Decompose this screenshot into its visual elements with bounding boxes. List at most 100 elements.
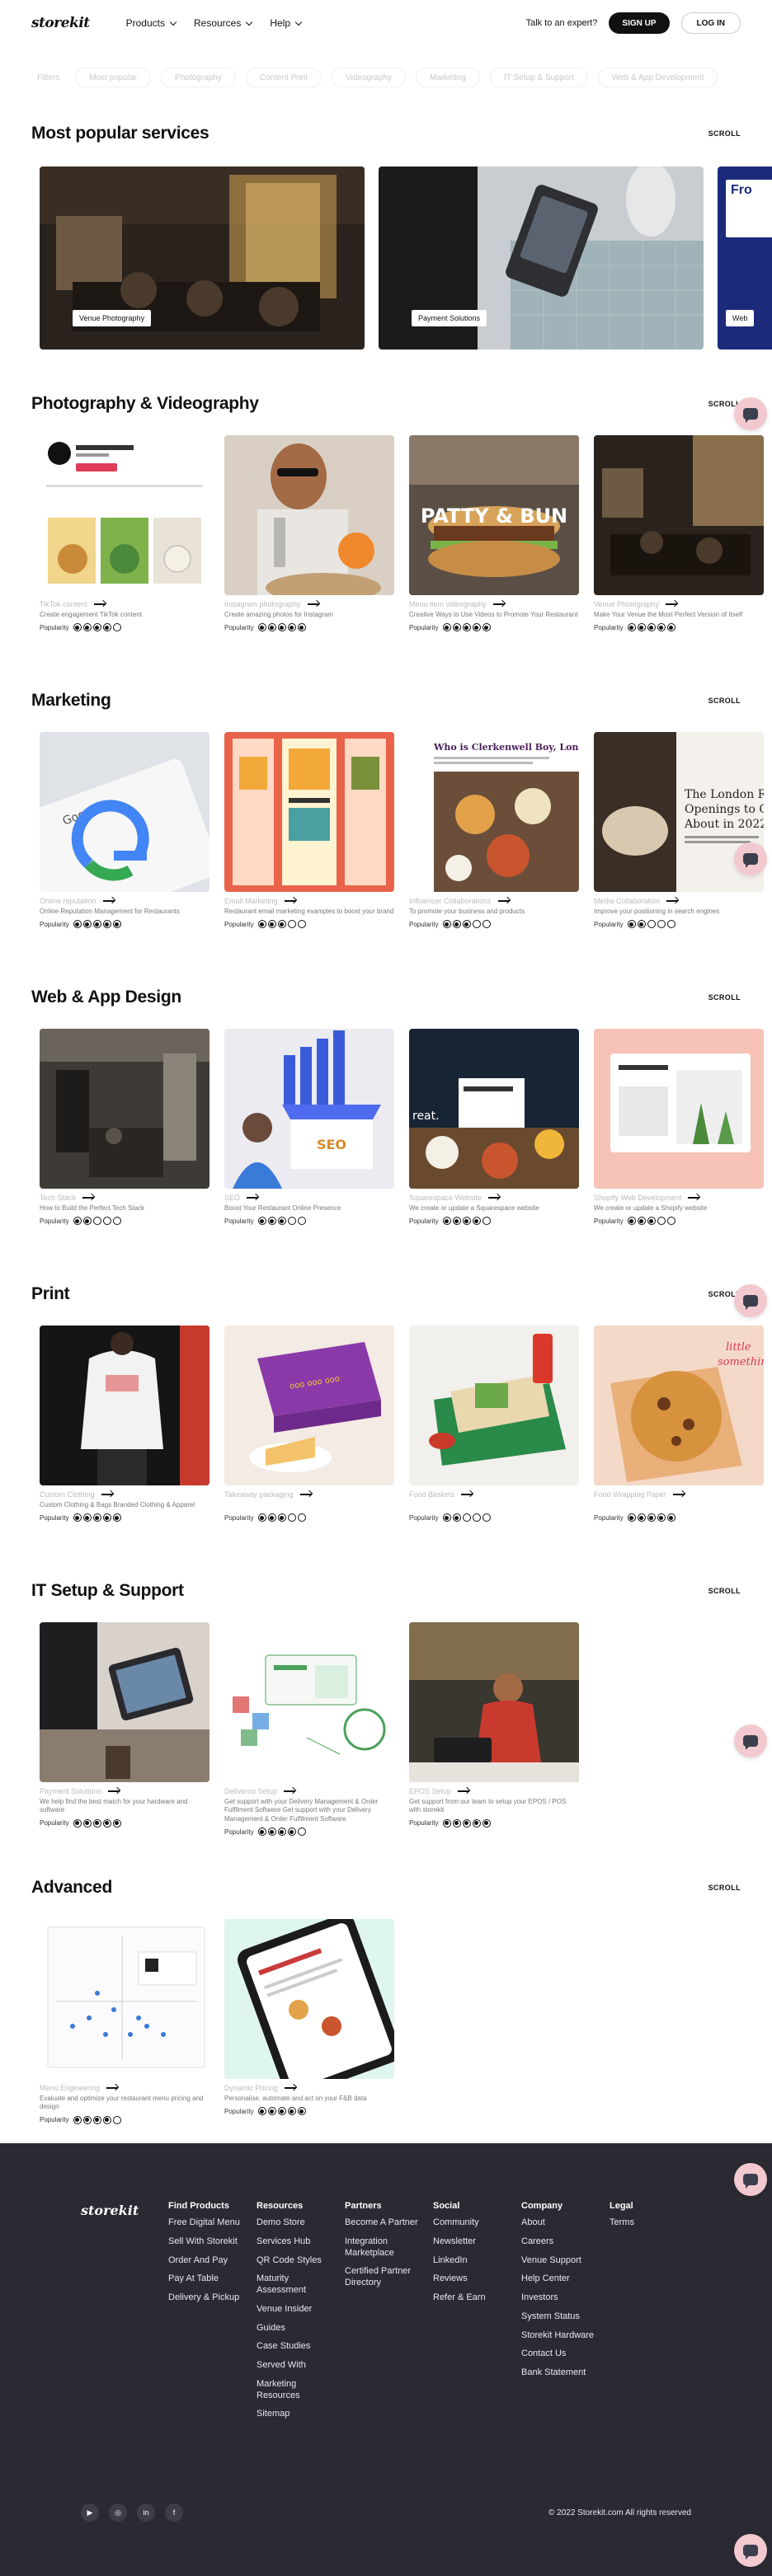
chat-button[interactable] (734, 1284, 767, 1317)
footer-logo[interactable]: storekit (81, 2203, 139, 2218)
service-card[interactable]: Dynamic Pricing Personalise, automate and… (224, 1919, 394, 2116)
storekit-logo[interactable]: storekit (31, 15, 90, 31)
footer-link[interactable]: Integration Marketplace (345, 2236, 427, 2259)
footer-link[interactable]: LinkedIn (433, 2255, 515, 2267)
footer-link[interactable]: About (521, 2217, 604, 2229)
service-card[interactable]: The London R Openings to C About in 2022 Me… (594, 732, 764, 929)
footer-link[interactable]: Help Center (521, 2273, 604, 2285)
footer-link[interactable]: Pay At Table (168, 2273, 251, 2285)
service-card[interactable]: Custom Clothing Custom Clothing & Bags Br… (40, 1326, 209, 1523)
footer-link[interactable]: QR Code Styles (257, 2255, 339, 2267)
service-card[interactable]: Shopify Web Development We create or upda… (594, 1029, 764, 1226)
nav-resources[interactable]: Resources (194, 17, 253, 29)
filter-chip[interactable]: Web & App Development (597, 68, 718, 87)
chat-button[interactable] (734, 842, 767, 875)
footer-link[interactable]: Marketing Resources (257, 2379, 339, 2402)
instagram-icon[interactable]: ◎ (109, 2503, 127, 2522)
popularity-label: Popularity (40, 623, 69, 631)
footer-link[interactable]: Services Hub (257, 2236, 339, 2248)
scroll-button[interactable]: SCROLL (708, 1884, 741, 1892)
service-card[interactable]: Google Online reputation Online Reputation… (40, 732, 209, 929)
arrow-right-icon (487, 1197, 500, 1199)
chat-button[interactable] (734, 397, 767, 430)
footer-link[interactable]: Order And Pay (168, 2255, 251, 2267)
footer-link[interactable]: Served With (257, 2360, 339, 2372)
scroll-button[interactable]: SCROLL (708, 993, 741, 1002)
footer-link[interactable]: Newsletter (433, 2236, 515, 2248)
service-card[interactable]: Food Baskets Popularity (409, 1326, 579, 1522)
service-card[interactable]: SEO SEO Boost Your Restaurant Online Prese… (224, 1029, 394, 1226)
footer-link[interactable]: Venue Support (521, 2255, 604, 2267)
service-card-image (40, 1622, 209, 1782)
popularity-label: Popularity (224, 2107, 254, 2115)
nav-products[interactable]: Products (126, 17, 177, 29)
footer-link[interactable]: Storekit Hardware (521, 2330, 604, 2342)
footer-link[interactable]: Community (433, 2217, 515, 2229)
service-card-image (594, 1029, 764, 1189)
service-card-image (224, 732, 394, 892)
footer-link[interactable]: Bank Statement (521, 2367, 604, 2379)
filter-chip[interactable]: Videography (332, 68, 407, 87)
chat-button[interactable] (734, 2163, 767, 2196)
service-card[interactable]: Venue Photography Make Your Venue the Mos… (594, 435, 764, 632)
facebook-icon[interactable]: f (165, 2503, 183, 2522)
youtube-icon[interactable]: ▶ (81, 2503, 99, 2522)
footer-link[interactable]: Investors (521, 2292, 604, 2304)
rating-dot-icon (442, 1217, 451, 1226)
footer-link[interactable]: Maturity Assessment (257, 2273, 339, 2297)
service-card[interactable]: Menu Engineering Evaluate and optimize yo… (40, 1919, 209, 2124)
filter-chip[interactable]: Most popular (75, 68, 152, 87)
popular-card[interactable]: Venue Photography (40, 167, 365, 350)
popular-card[interactable]: Fro Web (718, 167, 772, 350)
signup-button[interactable]: SIGN UP (609, 12, 670, 34)
footer-link[interactable]: Refer & Earn (433, 2292, 515, 2304)
talk-to-expert-link[interactable]: Talk to an expert? (526, 18, 598, 28)
footer-link[interactable]: Sell With Storekit (168, 2236, 251, 2248)
chat-button[interactable] (734, 2534, 767, 2567)
footer-link[interactable]: Guides (257, 2323, 339, 2334)
service-card[interactable]: PATTY & BUN Menu item videography Creative… (409, 435, 579, 632)
service-card[interactable]: TikTok content Create engagement TikTok c… (40, 435, 209, 632)
filter-chip[interactable]: Marketing (416, 68, 481, 87)
footer-link[interactable]: Sitemap (257, 2409, 339, 2420)
service-card[interactable]: Instagram photography Create amazing phot… (224, 435, 394, 632)
footer-link[interactable]: Delivery & Pickup (168, 2292, 251, 2304)
service-card[interactable]: Tech Stack How to Build the Perfect Tech … (40, 1029, 209, 1226)
popular-card[interactable]: Payment Solutions (379, 167, 704, 350)
nav-help[interactable]: Help (270, 17, 303, 29)
popularity-rating: Popularity (409, 1513, 579, 1522)
scroll-button[interactable]: SCROLL (708, 697, 741, 705)
footer-link[interactable]: Free Digital Menu (168, 2217, 251, 2229)
filter-chip[interactable]: Filters (31, 68, 65, 87)
service-card[interactable]: reat. Squarespace Website We create or upd… (409, 1029, 579, 1226)
scroll-button[interactable]: SCROLL (708, 1587, 741, 1595)
footer-link[interactable]: System Status (521, 2311, 604, 2323)
popularity-rating: Popularity (40, 1513, 209, 1523)
login-button[interactable]: LOG IN (680, 12, 741, 34)
service-card[interactable]: Email Marketing Restaurant email marketin… (224, 732, 394, 929)
service-card[interactable]: Deliveroo Setup Get support with your Del… (224, 1622, 394, 1837)
popularity-label: Popularity (594, 1513, 624, 1522)
footer-link[interactable]: Careers (521, 2236, 604, 2248)
rating-dots (73, 1818, 121, 1828)
filter-chip[interactable]: Photography (161, 68, 236, 87)
footer-link[interactable]: Terms (610, 2217, 692, 2229)
footer-link[interactable]: Case Studies (257, 2341, 339, 2353)
service-card[interactable]: EPOS Setup Get support from our team to s… (409, 1622, 579, 1828)
filter-chip[interactable]: IT Setup & Support (490, 68, 588, 87)
footer-link[interactable]: Demo Store (257, 2217, 339, 2229)
service-card[interactable]: Payment Solutions We help find the best m… (40, 1622, 209, 1828)
scroll-button[interactable]: SCROLL (708, 129, 741, 138)
service-card[interactable]: ooo ooo ooo Takeaway packaging Popularity (224, 1326, 394, 1522)
footer-link[interactable]: Reviews (433, 2273, 515, 2285)
linkedin-icon[interactable]: in (137, 2503, 155, 2522)
footer-link[interactable]: Contact Us (521, 2348, 604, 2360)
service-card[interactable]: Who is Clerkenwell Boy, London Influencer… (409, 732, 579, 929)
footer-link[interactable]: Become A Partner (345, 2217, 427, 2229)
service-card[interactable]: little something Food Wrapping Paper Popula… (594, 1326, 764, 1522)
footer-link[interactable]: Venue Insider (257, 2304, 339, 2316)
chat-button[interactable] (734, 1724, 767, 1757)
popularity-label: Popularity (224, 920, 254, 928)
footer-link[interactable]: Certified Partner Directory (345, 2266, 427, 2289)
filter-chip[interactable]: Content Print (245, 68, 322, 87)
